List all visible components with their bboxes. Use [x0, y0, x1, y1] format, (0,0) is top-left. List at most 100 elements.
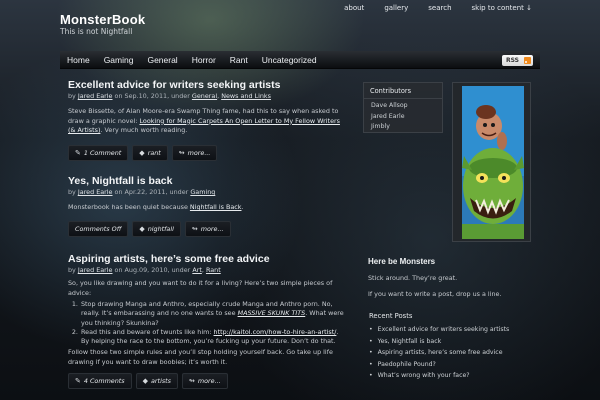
meta-date: on Sep.10, 2011, under [114, 92, 190, 100]
rss-button[interactable]: RSS [502, 55, 533, 66]
category-link[interactable]: Art [192, 266, 202, 274]
meta-separator: , [217, 92, 220, 100]
tag-icon: ◆ [142, 377, 149, 385]
author-link[interactable]: Jared Earle [78, 92, 113, 100]
contributors-widget: Contributors Dave Allsop Jared Earle Jim… [363, 82, 443, 133]
tag-icon: ◆ [139, 149, 145, 157]
more-icon: ↬ [191, 225, 198, 233]
more-button[interactable]: ↬ more... [182, 373, 228, 389]
list-link[interactable]: http://kaitol.com/how-to-hire-an-artist/ [214, 328, 337, 336]
top-link-about[interactable]: about [334, 4, 374, 12]
post-1: Excellent advice for writers seeking art… [68, 79, 348, 161]
post-meta: by Jared Earle on Apr.22, 2011, under Ga… [68, 188, 348, 196]
category-link[interactable]: Gaming [190, 188, 215, 196]
meta-date: on Apr.22, 2011, under [114, 188, 189, 196]
tag-button[interactable]: ◆ rant [132, 145, 168, 161]
more-button[interactable]: ↬ more... [184, 221, 231, 237]
site-title[interactable]: MonsterBook [60, 12, 145, 27]
more-button[interactable]: ↬ more... [171, 145, 218, 161]
nav-item-home[interactable]: Home [60, 51, 97, 69]
tag-icon: ◆ [139, 225, 145, 233]
post-intro: So, you like drawing and you want to do … [68, 279, 333, 297]
meta-by: by [68, 92, 76, 100]
recent-posts-heading: Recent Posts [369, 312, 413, 320]
monsters-heading: Here be Monsters [368, 257, 436, 266]
post-title[interactable]: Yes, Nightfall is back [68, 175, 348, 187]
monsters-text: Stick around. They’re great. [368, 274, 458, 282]
meta-by: by [68, 188, 76, 196]
nav-item-horror[interactable]: Horror [185, 51, 223, 69]
recent-post-link[interactable]: Excellent advice for writers seeking art… [363, 324, 533, 336]
tag-button[interactable]: ◆ artists [135, 373, 179, 389]
recent-posts-widget: Recent Posts Excellent advice for writer… [363, 312, 533, 382]
nav-item-rant[interactable]: Rant [223, 51, 255, 69]
nav-item-gaming[interactable]: Gaming [97, 51, 141, 69]
comments-label: 4 Comments [83, 377, 125, 385]
more-label: more... [197, 377, 221, 385]
tag-label: rant [147, 149, 161, 157]
post-excerpt: Monsterbook has been quiet because Night… [68, 203, 348, 213]
contributor-link[interactable]: Dave Allsop [364, 101, 442, 112]
post-meta: by Jared Earle on Aug.09, 2010, under Ar… [68, 266, 348, 274]
top-link-skip[interactable]: skip to content ↓ [462, 4, 542, 12]
more-icon: ↬ [189, 377, 195, 385]
rss-icon [524, 57, 531, 64]
contributors-heading: Contributors [364, 83, 442, 99]
post-title[interactable]: Excellent advice for writers seeking art… [68, 79, 348, 91]
tag-button[interactable]: ◆ nightfall [132, 221, 181, 237]
category-link[interactable]: News and Links [221, 92, 271, 100]
tag-label: artists [151, 377, 172, 385]
monster-artwork [462, 86, 524, 239]
post-outro: Follow those two simple rules and you’ll… [68, 348, 333, 366]
nav-item-general[interactable]: General [140, 51, 184, 69]
comment-icon: ✎ [75, 149, 81, 157]
comment-icon: ✎ [75, 377, 81, 385]
monsters-text: If you want to write a post, drop us a l… [368, 290, 502, 298]
excerpt-text: Monsterbook has been quiet because [68, 203, 190, 211]
site-tagline: This is not Nightfall [60, 27, 133, 36]
meta-by: by [68, 266, 76, 274]
about-widget: Here be Monsters Stick around. They’re g… [368, 257, 538, 298]
nav-item-uncategorized[interactable]: Uncategorized [255, 51, 324, 69]
tag-label: nightfall [147, 225, 174, 233]
post-actions: Comments Off ◆ nightfall ↬ more... [68, 221, 231, 237]
comments-button[interactable]: Comments Off [68, 221, 129, 237]
main-navigation: Home Gaming General Horror Rant Uncatego… [60, 51, 540, 69]
list-item: Stop drawing Manga and Anthro, especiall… [80, 300, 348, 328]
comments-button[interactable]: ✎ 4 Comments [68, 373, 132, 389]
contributor-link[interactable]: Jared Earle [364, 112, 442, 123]
post-excerpt: Steve Bissette, of Alan Moore-era Swamp … [68, 107, 348, 136]
recent-post-link[interactable]: Paedophile Pound? [363, 359, 533, 371]
top-link-gallery[interactable]: gallery [374, 4, 418, 12]
comments-label: Comments Off [75, 225, 122, 233]
category-link[interactable]: General [192, 92, 217, 100]
excerpt-link[interactable]: Nightfall is Back [190, 203, 242, 211]
comments-button[interactable]: ✎ 1 Comment [68, 145, 129, 161]
advice-list: Stop drawing Manga and Anthro, especiall… [80, 300, 348, 346]
rss-label: RSS [506, 57, 519, 64]
top-link-search[interactable]: search [418, 4, 461, 12]
comments-label: 1 Comment [83, 149, 122, 157]
contributor-link[interactable]: Jimbly [364, 122, 442, 133]
more-label: more... [187, 149, 211, 157]
monster-illustration[interactable] [452, 82, 531, 242]
meta-separator: , [201, 266, 204, 274]
post-actions: ✎ 1 Comment ◆ rant ↬ more... [68, 145, 218, 161]
list-text: Read this and beware of twunts like him: [81, 327, 214, 336]
excerpt-text: . Very much worth reading. [100, 126, 188, 135]
category-link[interactable]: Rant [206, 266, 221, 274]
post-3: Aspiring artists, here’s some free advic… [68, 253, 348, 389]
author-link[interactable]: Jared Earle [78, 188, 113, 196]
excerpt-text: . [241, 203, 244, 211]
recent-post-link[interactable]: What’s wrong with your face? [363, 370, 533, 382]
more-icon: ↬ [178, 149, 185, 157]
list-link[interactable]: MASSIVE SKUNK TITS [238, 309, 306, 317]
author-link[interactable]: Jared Earle [78, 266, 113, 274]
recent-post-link[interactable]: Aspiring artists, here’s some free advic… [363, 347, 533, 359]
post-meta: by Jared Earle on Sep.10, 2011, under Ge… [68, 92, 348, 100]
more-label: more... [200, 225, 224, 233]
post-title[interactable]: Aspiring artists, here’s some free advic… [68, 253, 348, 265]
recent-post-link[interactable]: Yes, Nightfall is back [363, 336, 533, 348]
top-links: about gallery search skip to content ↓ [334, 4, 542, 12]
post-actions: ✎ 4 Comments ◆ artists ↬ more... [68, 373, 228, 389]
